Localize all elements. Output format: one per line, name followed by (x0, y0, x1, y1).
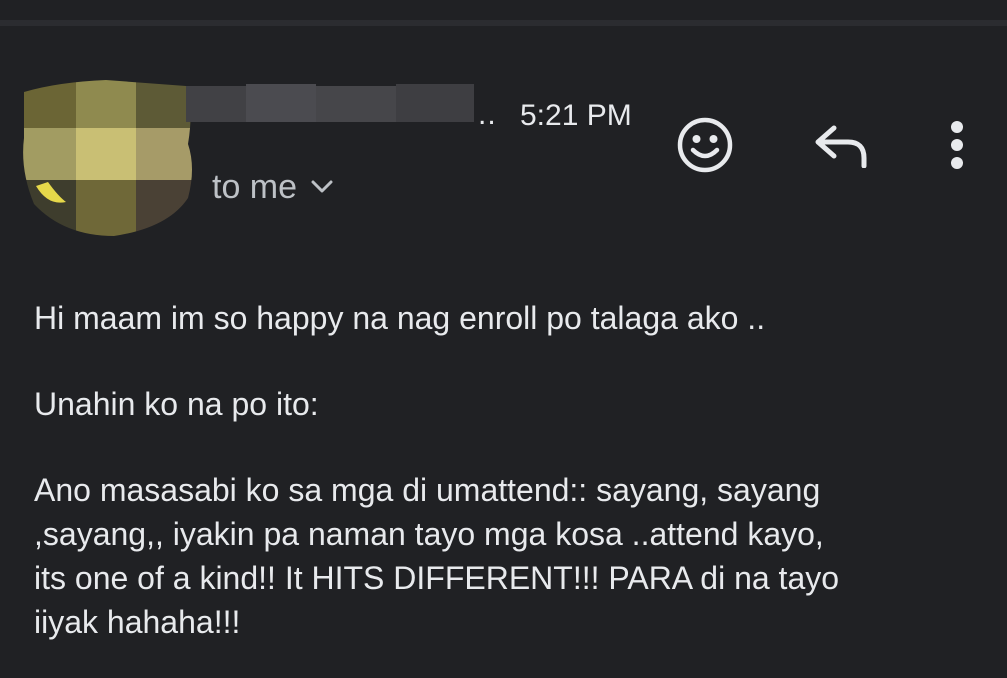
message-greeting: Hi maam im so happy na nag enroll po tal… (34, 300, 766, 336)
more-options-button[interactable] (934, 112, 980, 178)
chevron-down-icon (311, 180, 333, 193)
vertical-dots-icon (951, 121, 963, 169)
recipient-label: to me (212, 168, 298, 206)
sender-avatar-pixelated[interactable] (18, 78, 196, 238)
message-intro: Unahin ko na po ito: (34, 386, 319, 422)
recipient-details-toggle[interactable]: to me (212, 166, 333, 208)
message-body: Hi maam im so happy na nag enroll po tal… (34, 296, 984, 644)
message-main-paragraph: Ano masasabi ko sa mga di umattend:: say… (34, 472, 840, 640)
sender-name-redacted (186, 84, 474, 126)
smiley-icon (677, 117, 733, 173)
sender-name-ellipsis: .. (478, 98, 497, 131)
top-divider (0, 20, 1007, 26)
message-time: 5:21 PM (520, 99, 632, 132)
reply-button[interactable] (808, 114, 874, 176)
add-reaction-button[interactable] (674, 114, 736, 176)
reply-arrow-icon (815, 125, 867, 168)
